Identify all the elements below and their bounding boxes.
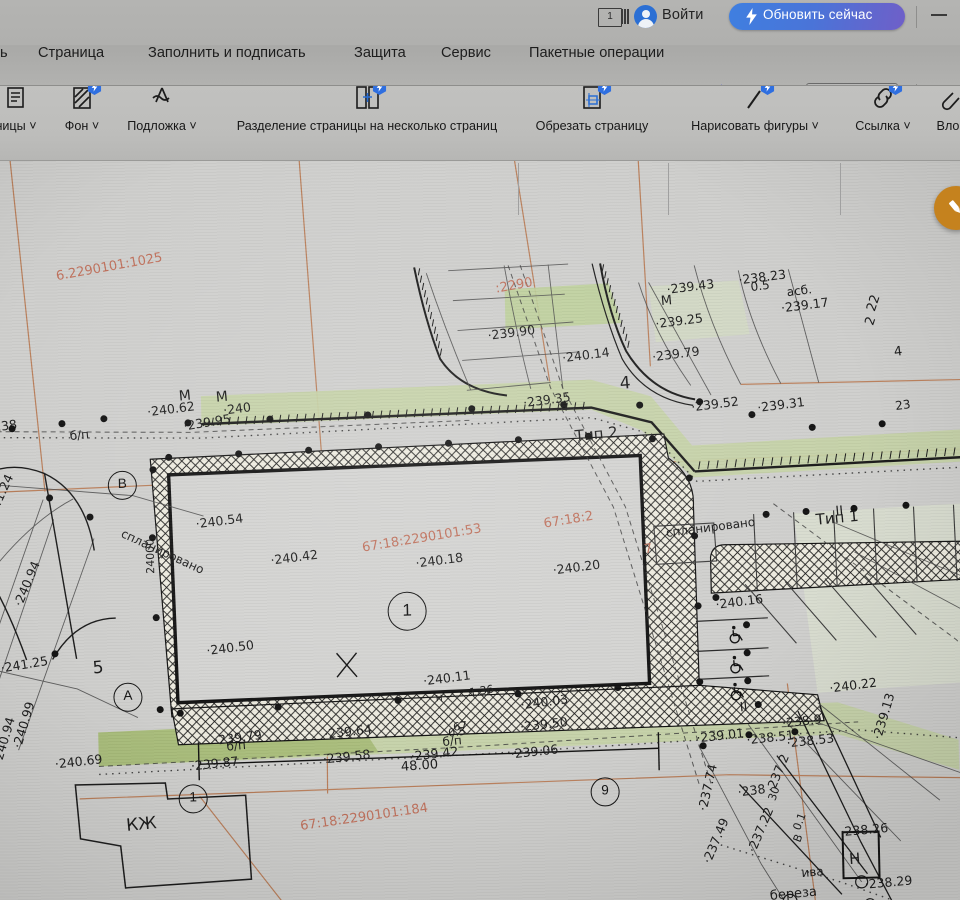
plan-label: 48.00 [400,757,439,775]
ribbon-label: Вло [936,119,960,133]
plan-label: 23 [894,397,912,413]
share-button[interactable]: Поделиться [806,83,898,86]
pages-icon [1,83,31,117]
plan-label: б/п [69,427,90,443]
bolt-icon [745,8,758,25]
plan-label: Н [848,849,862,869]
minimize-button[interactable] [931,14,947,16]
axis-marker-label: 9 [601,782,610,798]
menu-item-1[interactable]: Страница [38,45,104,61]
plan-label: 4 [618,373,632,394]
titlebar-divider [916,6,917,28]
account-avatar-icon[interactable] [634,5,657,28]
wheelchair-icon [726,654,748,676]
survey-point [560,401,568,409]
ribbon-split-page-button[interactable]: Разделение страницы на несколько страниц [212,79,522,133]
menu-item-4[interactable]: Сервис [441,45,491,61]
plan-label: 4 [893,344,904,360]
draw-shapes-icon [740,79,775,117]
page-count-icon[interactable]: 1 [598,8,622,27]
update-now-button[interactable]: Обновить сейчас [729,3,905,30]
plan-label: II [834,503,844,520]
menu-item-5[interactable]: Пакетные операции [529,45,664,61]
plan-label: 24000 [143,538,158,574]
ribbon-background-button[interactable]: Фон ˅ [48,79,116,133]
plan-label: н [434,690,444,705]
ribbon-label: Обрезать страницу [535,119,649,133]
plan-label: М [215,388,229,406]
ribbon-draw-shapes-button[interactable]: Нарисовать фигуры ˅ [669,79,841,133]
wps-pdf-window: 6.2290101:1025 67:18:2290101:53 67:18:2290… [0,0,960,900]
plan-label: б/п [225,737,247,754]
axis-marker-label: 1 [402,600,413,620]
ribbon-toolbar: ницы ˅ Фон ˅ Подложка ˅ Разделение страницы… [0,75,960,215]
ribbon-watermark-button[interactable]: Подложка ˅ [112,83,212,133]
background-icon [67,79,102,117]
window-chrome: 1 Войти Обновить сейчас ь Страница Заполни… [0,0,960,86]
watermark-icon [147,83,177,117]
sign-in-button[interactable]: Войти [662,7,704,23]
ribbon-label: Ссылка ˅ [855,119,911,133]
survey-point [176,709,184,717]
menu-item-3[interactable]: Защита [354,45,406,61]
plan-label: М [660,293,673,310]
plan-label: 5 [91,657,105,679]
crop-page-icon [577,79,612,117]
page-count-bars-icon [621,9,629,24]
wps-ai-button[interactable]: WPS AI [734,85,783,86]
link-icon [868,79,903,117]
survey-point [394,696,402,704]
axis-marker-label: В [117,475,127,491]
ribbon-label: ницы ˅ [0,119,37,133]
ribbon-attach-button[interactable]: Вло [925,83,960,133]
ribbon-separator-0 [518,163,519,215]
ribbon-separator-1 [668,163,669,215]
title-bar: 1 Войти Обновить сейчас [0,0,960,38]
survey-point [685,474,693,482]
plan-label: М [178,387,192,405]
ribbon-label: Разделение страницы на несколько страниц [236,119,498,133]
plan-label: 0.5 [749,277,771,295]
update-now-label: Обновить сейчас [763,7,873,22]
survey-point [51,650,59,658]
ribbon-pages-button[interactable]: ницы ˅ [0,83,46,133]
survey-point [514,436,523,444]
site-plan-photo: 6.2290101:1025 67:18:2290101:53 67:18:2290… [0,160,960,900]
survey-point [762,510,770,518]
menubar-divider [916,84,917,86]
survey-point [584,432,592,440]
plan-label: КЖ [125,813,158,836]
axis-marker-label: А [123,687,133,703]
axis-marker-label: 1 [189,789,198,805]
ribbon-label: Фон ˅ [64,119,100,133]
plan-label: 67 [452,719,468,734]
plan-label: ивa [800,864,825,881]
ribbon-separator-2 [840,163,841,215]
ribbon-label: Подложка ˅ [127,119,197,133]
menu-item-2[interactable]: Заполнить и подписать [148,45,306,61]
attach-icon [933,83,960,117]
survey-point [58,420,66,428]
split-page-icon [352,79,387,117]
menu-item-0[interactable]: ь [0,45,8,61]
document-viewport[interactable]: 6.2290101:1025 67:18:2290101:53 67:18:2290… [0,160,960,900]
ribbon-label: Нарисовать фигуры ˅ [691,119,819,133]
ribbon-crop-page-button[interactable]: Обрезать страницу [519,79,665,133]
wps-ai-icon [712,83,731,86]
menu-bar: ь Страница Заполнить и подписать Защита Серв… [0,38,960,86]
plan-label: II [739,699,749,716]
ribbon-link-button[interactable]: Ссылка ˅ [841,79,925,133]
